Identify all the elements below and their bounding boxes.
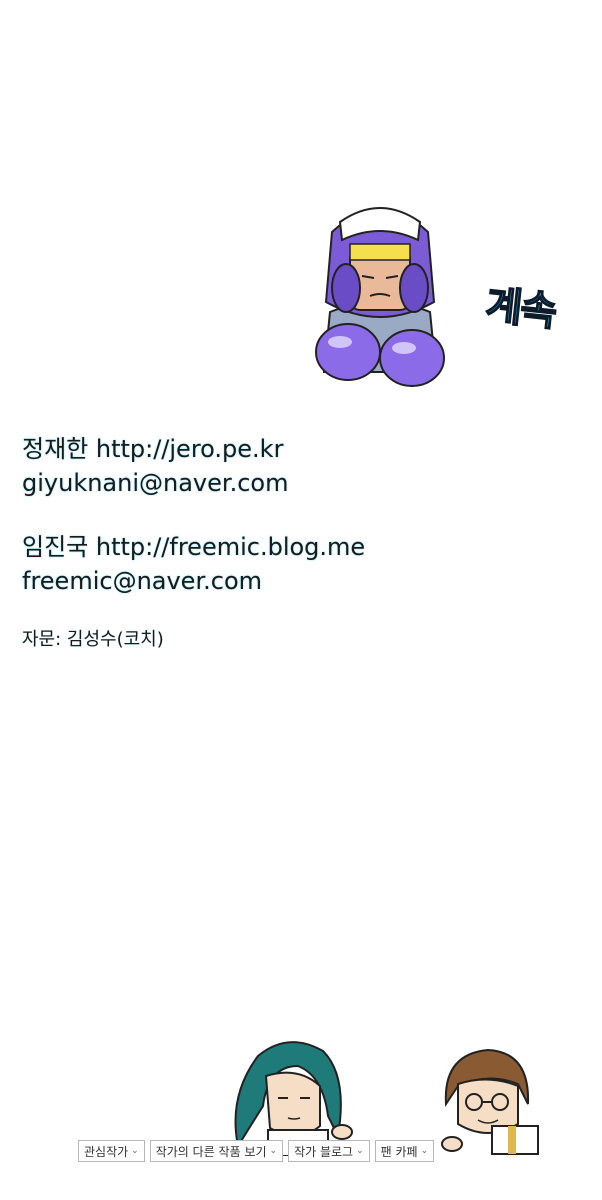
other-works-label: 작가의 다른 작품 보기 bbox=[155, 1144, 267, 1159]
author2-line: 임진국 http://freemic.blog.me bbox=[22, 533, 366, 561]
author1-email: giyuknani@naver.com bbox=[22, 469, 289, 497]
chevron-down-icon: ⌄ bbox=[269, 1146, 278, 1156]
favorite-author-button[interactable]: 관심작가 ⌄ bbox=[78, 1140, 145, 1162]
other-works-button[interactable]: 작가의 다른 작품 보기 ⌄ bbox=[149, 1140, 284, 1162]
favorite-author-label: 관심작가 bbox=[84, 1144, 129, 1159]
author-avatar-right bbox=[441, 1048, 539, 1155]
boxer-illustration bbox=[315, 207, 445, 387]
author-avatar-left bbox=[234, 1041, 353, 1156]
fan-cafe-button[interactable]: 팬 카페 ⌄ bbox=[374, 1140, 435, 1162]
credit-spacer bbox=[22, 500, 365, 530]
continued-label: 계속 bbox=[483, 282, 559, 337]
chevron-down-icon: ⌄ bbox=[356, 1146, 364, 1156]
advisor-credit: 자문: 김성수(코치) bbox=[22, 629, 164, 650]
author-blog-button[interactable]: 작가 블로그 ⌄ bbox=[288, 1140, 370, 1162]
fan-cafe-label: 팬 카페 bbox=[380, 1144, 418, 1159]
chevron-down-icon: ⌄ bbox=[131, 1146, 139, 1156]
author1-line: 정재한 http://jero.pe.kr bbox=[22, 435, 284, 463]
author2-email: freemic@naver.com bbox=[22, 567, 262, 595]
author-blog-label: 작가 블로그 bbox=[294, 1144, 354, 1159]
author-button-bar: 관심작가 ⌄ 작가의 다른 작품 보기 ⌄ 작가 블로그 ⌄ 팬 카페 ⌄ bbox=[78, 1140, 435, 1162]
credits-block: 정재한 http://jero.pe.kr giyuknani@naver.co… bbox=[22, 432, 365, 598]
chevron-down-icon: ⌄ bbox=[420, 1146, 429, 1156]
